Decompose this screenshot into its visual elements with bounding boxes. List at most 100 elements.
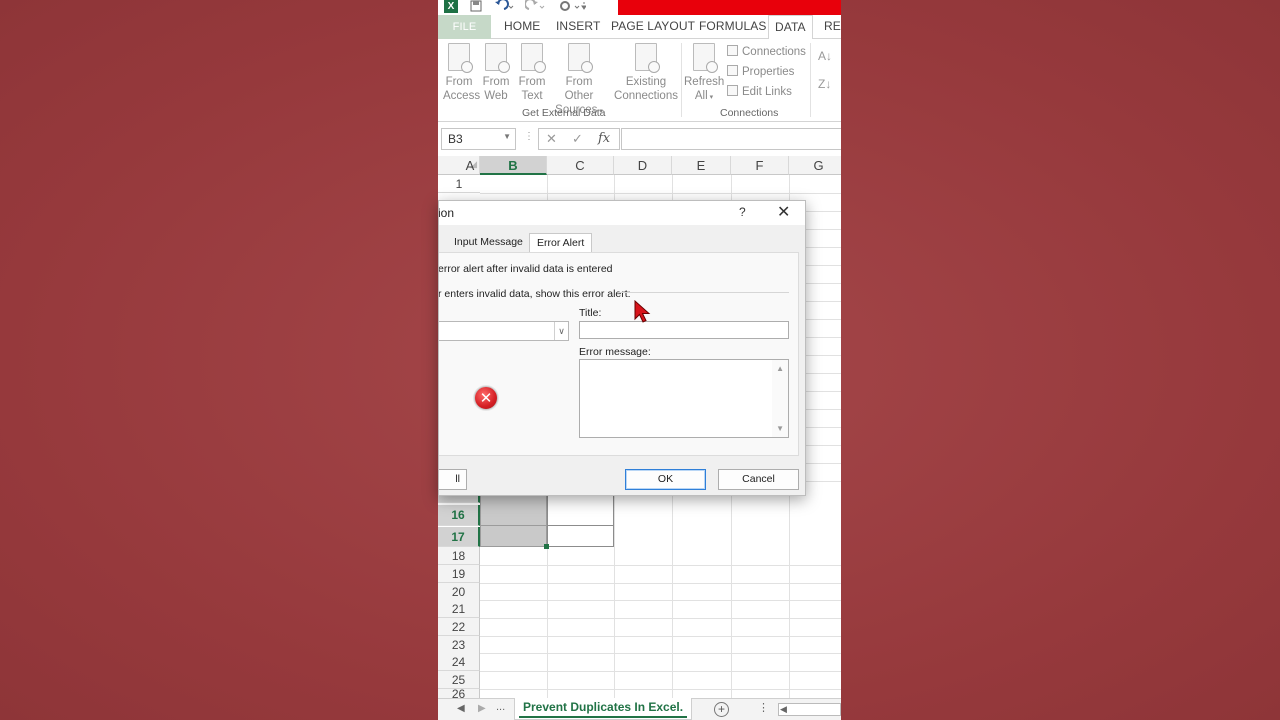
column-header-d[interactable]: D <box>614 156 672 175</box>
title-label: Title: <box>579 307 602 319</box>
connections-label: Connections <box>742 46 806 58</box>
formula-bar: B3 ▼ ⋮ ✕ ✓ fx <box>438 122 841 156</box>
sort-za-icon[interactable]: Z↓ <box>818 77 831 91</box>
sheet-nav-prev-icon[interactable]: ◀ <box>457 703 465 714</box>
edit-links-icon <box>727 85 738 96</box>
tab-home[interactable]: HOME <box>504 19 540 33</box>
tab-page-layout[interactable]: PAGE LAYOUT <box>611 19 695 33</box>
stop-error-icon: ✕ <box>474 386 498 410</box>
grid-line <box>480 689 841 690</box>
group-divider <box>619 292 789 293</box>
column-header-f[interactable]: F <box>731 156 789 175</box>
style-select[interactable]: ∨ <box>439 321 569 341</box>
existing-label-1: Existing <box>625 76 667 88</box>
connections-icon <box>727 45 738 56</box>
formula-bar-grip-icon[interactable]: ⋮ <box>524 131 534 142</box>
close-button[interactable]: ✕ <box>777 202 790 222</box>
scroll-left-icon[interactable]: ◀ <box>780 704 787 715</box>
redo-icon[interactable] <box>524 0 545 13</box>
title-bar-red-band <box>618 0 841 15</box>
data-validation-dialog: ion ? ✕ Input Message Error Alert error … <box>438 200 806 496</box>
row-header-19[interactable]: 19 <box>438 565 480 583</box>
tab-formulas[interactable]: FORMULAS <box>699 19 766 33</box>
save-icon[interactable] <box>470 0 482 13</box>
grid-line <box>480 583 841 584</box>
title-input[interactable] <box>579 321 789 339</box>
group-label-get-external-data: Get External Data <box>522 107 606 119</box>
clear-all-button[interactable]: ll <box>439 469 467 490</box>
from-text-label-1: From <box>518 76 546 88</box>
properties-button[interactable]: Properties <box>727 65 794 78</box>
column-header-g[interactable]: G <box>789 156 841 175</box>
sort-az-icon[interactable]: A↓ <box>818 49 832 63</box>
group-separator <box>681 43 682 117</box>
tab-insert[interactable]: INSERT <box>556 19 600 33</box>
refresh-all-button[interactable]: Refresh All ▾ <box>684 43 724 105</box>
from-web-button[interactable]: From Web <box>481 43 511 103</box>
dialog-titlebar: ion ? ✕ <box>439 201 805 225</box>
from-web-label-2: Web <box>484 90 508 102</box>
fill-handle[interactable] <box>544 544 549 549</box>
help-button[interactable]: ? <box>739 205 746 219</box>
refresh-label-1: Refresh <box>684 76 725 88</box>
grid-line <box>480 618 841 619</box>
row-header-1[interactable]: 1 <box>438 175 480 193</box>
ok-button[interactable]: OK <box>625 469 706 490</box>
row-header-22[interactable]: 22 <box>438 618 480 636</box>
ribbon-data: From Access From Web From Text From Othe… <box>438 39 841 122</box>
tab-input-message[interactable]: Input Message <box>447 233 530 252</box>
error-message-scrollbar[interactable]: ▲ ▼ <box>772 360 788 437</box>
grid-line <box>480 193 841 194</box>
from-text-button[interactable]: From Text <box>517 43 547 103</box>
name-box[interactable]: B3 ▼ <box>441 128 516 150</box>
access-icon <box>448 43 473 73</box>
properties-label: Properties <box>742 66 795 78</box>
column-header-e[interactable]: E <box>672 156 731 175</box>
formula-input[interactable] <box>621 128 841 150</box>
show-error-alert-checkbox-label[interactable]: error alert after invalid data is entere… <box>439 263 613 275</box>
sheet-more-button[interactable]: ... <box>496 701 505 713</box>
scroll-up-icon[interactable]: ▲ <box>776 364 784 373</box>
tab-review[interactable]: REV <box>824 19 841 33</box>
row-header-21[interactable]: 21 <box>438 600 480 618</box>
from-access-button[interactable]: From Access <box>443 43 480 103</box>
row-header-24[interactable]: 24 <box>438 653 480 671</box>
tab-data[interactable]: DATA <box>768 15 813 40</box>
add-sheet-icon[interactable]: + <box>714 702 729 717</box>
column-header-b[interactable]: B <box>480 156 547 175</box>
sheet-tab-bar: ◀ ▶ ... Prevent Duplicates In Excel. + ⋮… <box>438 698 841 720</box>
sheet-nav-next-icon[interactable]: ▶ <box>478 703 486 714</box>
tab-error-alert[interactable]: Error Alert <box>529 233 593 252</box>
row-header-16[interactable]: 16 <box>438 505 480 526</box>
undo-icon[interactable] <box>494 0 514 13</box>
enter-icon[interactable]: ✓ <box>572 131 583 147</box>
cancel-icon[interactable]: ✕ <box>546 131 557 147</box>
sheet-tab-active[interactable]: Prevent Duplicates In Excel. <box>514 698 693 720</box>
scroll-down-icon[interactable]: ▼ <box>776 424 784 433</box>
customize-icon[interactable] <box>558 0 587 13</box>
column-header-c[interactable]: C <box>547 156 614 175</box>
row-header-23[interactable]: 23 <box>438 636 480 654</box>
row-header-18[interactable]: 18 <box>438 547 480 565</box>
row-header-20[interactable]: 20 <box>438 583 480 601</box>
cancel-button[interactable]: Cancel <box>718 469 799 490</box>
dialog-title: ion <box>438 206 455 220</box>
existing-label-2: Connections <box>614 90 678 102</box>
sheet-options-icon[interactable]: ⋮ <box>758 701 769 714</box>
column-header-a[interactable]: A <box>460 156 480 175</box>
row-header-26[interactable]: 26 <box>438 688 480 698</box>
selected-row-line <box>480 525 547 526</box>
chevron-down-icon[interactable]: ∨ <box>554 322 568 340</box>
from-other-label-1: From Other <box>564 76 594 102</box>
edit-links-button[interactable]: Edit Links <box>727 85 792 98</box>
horizontal-scrollbar[interactable]: ◀ <box>778 703 841 716</box>
existing-connections-button[interactable]: Existing Connections <box>614 43 678 103</box>
from-web-label-1: From <box>482 76 510 88</box>
group-separator <box>810 43 811 117</box>
from-text-label-2: Text <box>521 90 543 102</box>
tab-file[interactable]: FILE <box>438 15 491 39</box>
row-header-17[interactable]: 17 <box>438 527 480 547</box>
error-message-input[interactable]: ▲ ▼ <box>579 359 789 438</box>
connections-button[interactable]: Connections <box>727 45 806 58</box>
insert-function-icon[interactable]: fx <box>598 131 610 146</box>
